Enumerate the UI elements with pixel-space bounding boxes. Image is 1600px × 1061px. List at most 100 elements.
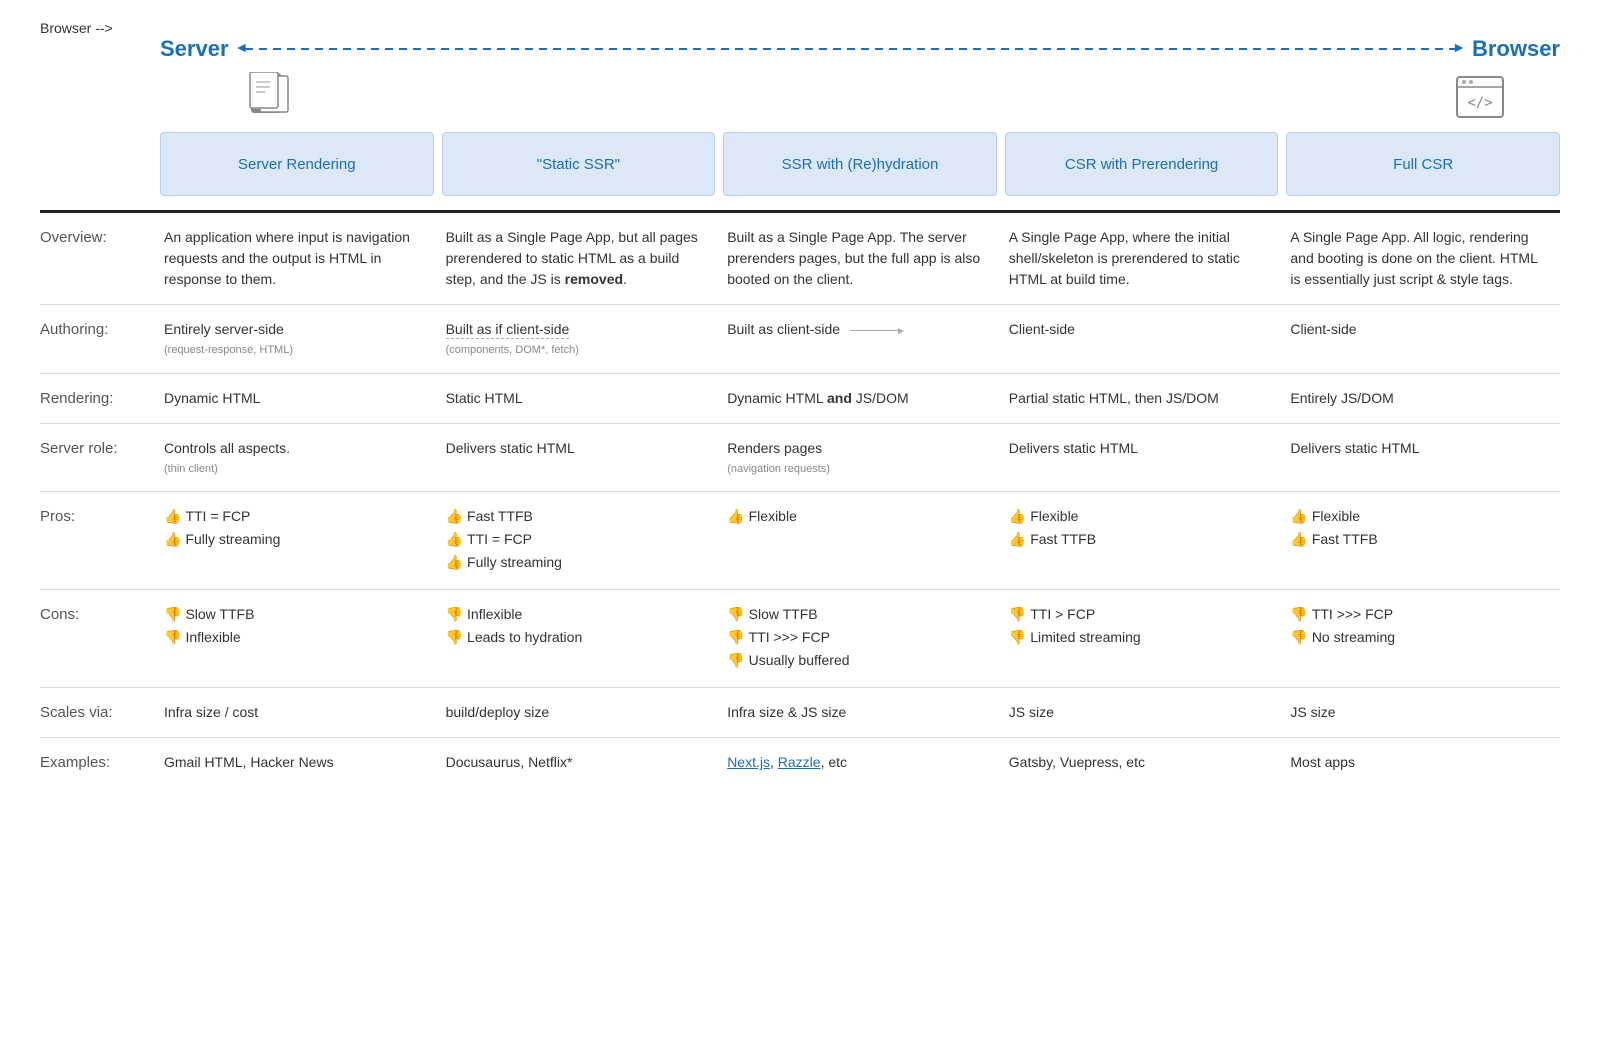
examples-cell-3: Next.js, Razzle, etc <box>715 752 997 773</box>
server-role-label: Server role: <box>40 438 160 457</box>
authoring-sub-1: (request-response, HTML) <box>164 342 422 359</box>
overview-label: Overview: <box>40 227 160 246</box>
examples-label: Examples: <box>40 752 160 771</box>
thumbdown-icon <box>164 604 181 625</box>
cons-row: Cons: Slow TTFB Inflexible Inflexible Le… <box>40 590 1560 688</box>
authoring-cell-4: Client-side <box>997 319 1279 340</box>
col-header-full-csr: Full CSR <box>1286 132 1560 196</box>
pros-text: TTI = FCP <box>185 506 250 527</box>
pros-label: Pros: <box>40 506 160 525</box>
cons-item: Inflexible <box>164 627 422 648</box>
server-role-cells: Controls all aspects. (thin client) Deli… <box>160 438 1560 478</box>
pros-cells: TTI = FCP Fully streaming Fast TTFB TTI … <box>160 506 1560 575</box>
thumbup-icon <box>446 552 463 573</box>
and-bold: and <box>827 390 852 406</box>
thumbup-icon <box>1009 506 1026 527</box>
cons-text: Limited streaming <box>1030 627 1141 648</box>
cons-label: Cons: <box>40 604 160 623</box>
cons-text: TTI > FCP <box>1030 604 1095 625</box>
authoring-cell-5: Client-side <box>1278 319 1560 340</box>
cons-text: Slow TTFB <box>749 604 818 625</box>
rendering-row: Rendering: Dynamic HTML Static HTML Dyna… <box>40 374 1560 424</box>
pros-text: Fully streaming <box>185 529 280 550</box>
pros-text: Fast TTFB <box>467 506 533 527</box>
pros-item: Fast TTFB <box>1290 529 1548 550</box>
server-document-icon <box>248 72 292 122</box>
cons-cells: Slow TTFB Inflexible Inflexible Leads to… <box>160 604 1560 673</box>
pros-item: Fast TTFB <box>1009 529 1267 550</box>
scales-cell-2: build/deploy size <box>434 702 716 723</box>
bidirectional-arrow <box>245 48 1456 50</box>
pros-row: Pros: TTI = FCP Fully streaming Fast TTF… <box>40 492 1560 590</box>
scales-via-row: Scales via: Infra size / cost build/depl… <box>40 688 1560 738</box>
server-role-cell-4: Delivers static HTML <box>997 438 1279 459</box>
pros-cell-3: Flexible <box>715 506 997 529</box>
thumbdown-icon <box>1009 604 1026 625</box>
pros-item: TTI = FCP <box>164 506 422 527</box>
cons-text: Inflexible <box>467 604 522 625</box>
authoring-dashed-2: Built as if client-side <box>446 321 570 339</box>
cons-text: TTI >>> FCP <box>749 627 830 648</box>
col-headers: Server Rendering "Static SSR" SSR with (… <box>40 132 1560 196</box>
cons-item: TTI >>> FCP <box>727 627 985 648</box>
server-label: Server <box>160 36 229 62</box>
rendering-cell-5: Entirely JS/DOM <box>1278 388 1560 409</box>
cons-item: TTI >>> FCP <box>1290 604 1548 625</box>
cons-cell-5: TTI >>> FCP No streaming <box>1278 604 1560 650</box>
examples-cell-5: Most apps <box>1278 752 1560 773</box>
col-header-csr-prerendering: CSR with Prerendering <box>1005 132 1279 196</box>
pros-text: Flexible <box>749 506 797 527</box>
server-role-sub-3: (navigation requests) <box>727 461 985 478</box>
thumbdown-icon <box>1290 627 1307 648</box>
svg-text:</>: </> <box>1467 95 1492 111</box>
cons-item: Limited streaming <box>1009 627 1267 648</box>
rendering-label: Rendering: <box>40 388 160 407</box>
pros-cell-4: Flexible Fast TTFB <box>997 506 1279 552</box>
pros-cell-5: Flexible Fast TTFB <box>1278 506 1560 552</box>
scales-cell-1: Infra size / cost <box>160 702 434 723</box>
pros-cell-1: TTI = FCP Fully streaming <box>160 506 434 552</box>
cons-item: Slow TTFB <box>164 604 422 625</box>
pros-text: Flexible <box>1312 506 1360 527</box>
scales-via-cells: Infra size / cost build/deploy size Infr… <box>160 702 1560 723</box>
authoring-cell-1: Entirely server-side (request-response, … <box>160 319 434 359</box>
scales-via-label: Scales via: <box>40 702 160 721</box>
examples-cell-1: Gmail HTML, Hacker News <box>160 752 434 773</box>
thumbup-icon <box>1009 529 1026 550</box>
authoring-cell-2: Built as if client-side (components, DOM… <box>434 319 716 359</box>
cons-text: Leads to hydration <box>467 627 582 648</box>
server-role-cell-2: Delivers static HTML <box>434 438 716 459</box>
server-role-cell-1: Controls all aspects. (thin client) <box>160 438 434 478</box>
cons-item: Leads to hydration <box>446 627 704 648</box>
razzle-link[interactable]: Razzle <box>778 754 821 770</box>
col-header-static-ssr: "Static SSR" <box>442 132 716 196</box>
overview-cell-4: A Single Page App, where the initial she… <box>997 227 1279 290</box>
icons-row: </> <box>40 72 1560 122</box>
thumbup-icon <box>164 529 181 550</box>
authoring-label: Authoring: <box>40 319 160 338</box>
cons-cell-2: Inflexible Leads to hydration <box>434 604 716 650</box>
cons-cell-3: Slow TTFB TTI >>> FCP Usually buffered <box>715 604 997 673</box>
browser-label: Browser <box>1472 36 1560 62</box>
thumbdown-icon <box>727 604 744 625</box>
pros-text: Fast TTFB <box>1312 529 1378 550</box>
browser-window-icon: </> <box>1455 75 1505 119</box>
examples-row: Examples: Gmail HTML, Hacker News Docusa… <box>40 738 1560 787</box>
cons-item: Slow TTFB <box>727 604 985 625</box>
cons-item: TTI > FCP <box>1009 604 1267 625</box>
scales-cell-5: JS size <box>1278 702 1560 723</box>
thumbdown-icon <box>1009 627 1026 648</box>
cons-text: Inflexible <box>185 627 240 648</box>
cons-cell-1: Slow TTFB Inflexible <box>160 604 434 650</box>
pros-item: Fully streaming <box>446 552 704 573</box>
top-header: Server Browser <box>40 36 1560 62</box>
thumbdown-icon <box>1290 604 1307 625</box>
table-body: Overview: An application where input is … <box>40 213 1560 787</box>
pros-cell-2: Fast TTFB TTI = FCP Fully streaming <box>434 506 716 575</box>
thumbup-icon <box>1290 506 1307 527</box>
nextjs-link[interactable]: Next.js <box>727 754 770 770</box>
thumbdown-icon <box>446 627 463 648</box>
pros-item: Fully streaming <box>164 529 422 550</box>
cons-item: Usually buffered <box>727 650 985 671</box>
overview-cell-1: An application where input is navigation… <box>160 227 434 290</box>
